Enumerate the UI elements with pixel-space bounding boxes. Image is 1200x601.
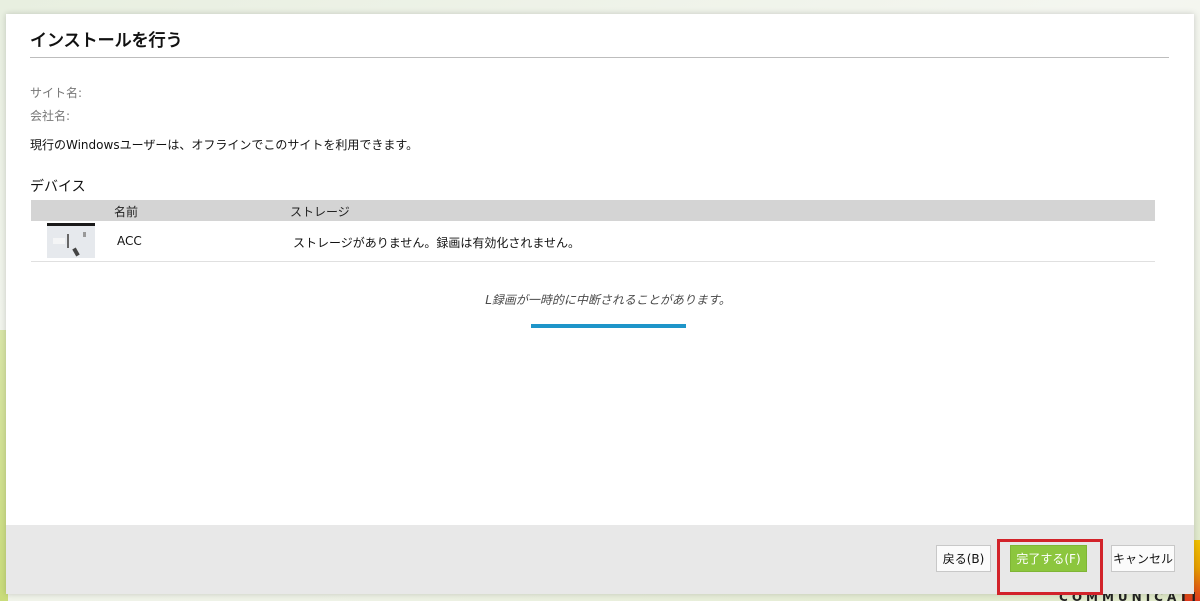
table-header: 名前 ストレージ (31, 200, 1155, 221)
progress-bar (531, 324, 686, 328)
site-name-label: サイト名: (30, 86, 83, 100)
devices-table: 名前 ストレージ ACC ストレージがありません。録画は有効化されません。 (31, 200, 1155, 262)
device-name-cell: ACC (117, 234, 142, 248)
devices-section-title: デバイス (30, 179, 86, 195)
column-header-name[interactable]: 名前 (114, 203, 138, 220)
back-button[interactable]: 戻る(B) (936, 545, 991, 572)
company-name-label: 会社名: (30, 109, 71, 123)
status-message: L録画が一時的に中断されることがあります。 (485, 293, 731, 307)
device-thumbnail (47, 223, 95, 258)
offline-info-text: 現行のWindowsユーザーは、オフラインでこのサイトを利用できます。 (30, 138, 419, 152)
dialog-title: インストールを行う (30, 31, 183, 51)
device-storage-cell: ストレージがありません。録画は有効化されません。 (293, 236, 581, 250)
column-header-storage[interactable]: ストレージ (290, 203, 350, 220)
title-divider (30, 57, 1169, 58)
install-dialog: インストールを行う サイト名: 会社名: 現行のWindowsユーザーは、オフラ… (6, 14, 1194, 595)
finish-button[interactable]: 完了する(F) (1010, 545, 1087, 572)
dialog-footer: 戻る(B) 完了する(F) キャンセル (6, 525, 1194, 595)
table-row[interactable]: ACC ストレージがありません。録画は有効化されません。 (31, 221, 1155, 262)
cancel-button[interactable]: キャンセル (1111, 545, 1175, 572)
